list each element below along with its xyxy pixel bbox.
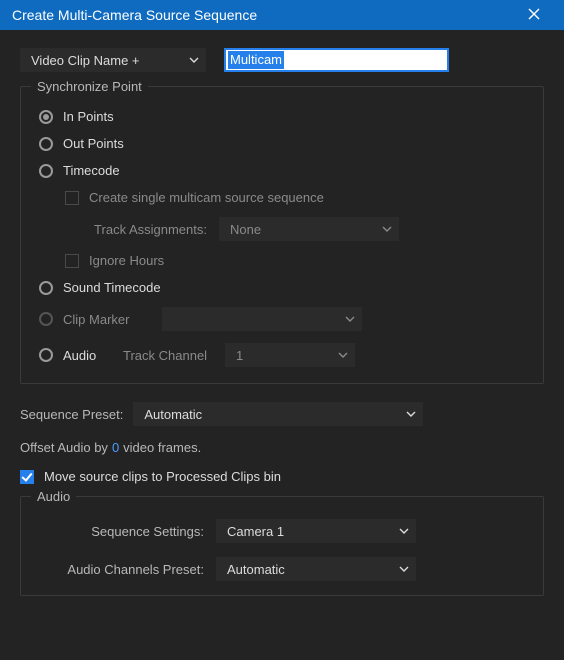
track-assignments-label: Track Assignments:: [87, 222, 207, 237]
radio-icon: [39, 137, 53, 151]
radio-icon: [39, 164, 53, 178]
close-icon: [528, 8, 540, 20]
sequence-preset-label: Sequence Preset:: [20, 407, 123, 422]
audio-channels-preset-dropdown[interactable]: Automatic: [216, 557, 416, 581]
checkbox-icon: [65, 254, 79, 268]
radio-icon: [39, 281, 53, 295]
audio-sequence-settings-value: Camera 1: [227, 524, 284, 539]
sequence-name-value: Multicam: [228, 51, 284, 69]
radio-icon: [39, 348, 53, 362]
radio-audio[interactable]: Audio: [63, 348, 113, 363]
audio-legend: Audio: [31, 489, 76, 504]
radio-sound-timecode[interactable]: Sound Timecode: [39, 280, 525, 295]
radio-out-points[interactable]: Out Points: [39, 136, 525, 151]
radio-in-points[interactable]: In Points: [39, 109, 525, 124]
radio-label: Sound Timecode: [63, 280, 161, 295]
radio-label: Out Points: [63, 136, 124, 151]
audio-group: Audio Sequence Settings: Camera 1 Audio …: [20, 496, 544, 596]
chevron-down-icon: [382, 224, 392, 234]
chevron-down-icon: [399, 526, 409, 536]
offset-audio-pre: Offset Audio by: [20, 440, 108, 455]
chevron-down-icon: [345, 314, 355, 324]
radio-timecode[interactable]: Timecode: [39, 163, 525, 178]
checkbox-icon: [65, 191, 79, 205]
checkbox-label: Move source clips to Processed Clips bin: [44, 469, 281, 484]
audio-channels-preset-value: Automatic: [227, 562, 285, 577]
radio-label: In Points: [63, 109, 114, 124]
radio-label: Timecode: [63, 163, 120, 178]
track-assignments-dropdown: None: [219, 217, 399, 241]
offset-audio-post: video frames.: [123, 440, 201, 455]
close-button[interactable]: [514, 7, 554, 24]
chevron-down-icon: [399, 564, 409, 574]
sequence-preset-value: Automatic: [144, 407, 202, 422]
window-title: Create Multi-Camera Source Sequence: [12, 7, 514, 23]
name-basis-value: Video Clip Name +: [31, 53, 140, 68]
track-channel-label: Track Channel: [123, 348, 215, 363]
audio-sequence-settings-dropdown[interactable]: Camera 1: [216, 519, 416, 543]
checkbox-icon: [20, 470, 34, 484]
synchronize-point-legend: Synchronize Point: [31, 79, 148, 94]
checkbox-label: Ignore Hours: [89, 253, 164, 268]
track-channel-value: 1: [236, 348, 243, 363]
checkbox-ignore-hours: Ignore Hours: [65, 253, 525, 268]
synchronize-point-group: Synchronize Point In Points Out Points T…: [20, 86, 544, 384]
audio-sequence-settings-label: Sequence Settings:: [39, 524, 204, 539]
track-channel-dropdown: 1: [225, 343, 355, 367]
checkbox-create-single: Create single multicam source sequence: [65, 190, 525, 205]
checkbox-label: Create single multicam source sequence: [89, 190, 324, 205]
offset-audio-value[interactable]: 0: [112, 440, 119, 455]
clip-marker-dropdown: [162, 307, 362, 331]
chevron-down-icon: [406, 409, 416, 419]
sequence-name-input[interactable]: Multicam: [224, 48, 449, 72]
audio-channels-preset-label: Audio Channels Preset:: [39, 562, 204, 577]
track-assignments-value: None: [230, 222, 261, 237]
radio-icon: [39, 110, 53, 124]
chevron-down-icon: [338, 350, 348, 360]
radio-icon: [39, 312, 53, 326]
sequence-preset-dropdown[interactable]: Automatic: [133, 402, 423, 426]
radio-clip-marker: Clip Marker: [63, 312, 148, 327]
chevron-down-icon: [189, 55, 199, 65]
name-basis-dropdown[interactable]: Video Clip Name +: [20, 48, 206, 72]
checkbox-move-source-clips[interactable]: Move source clips to Processed Clips bin: [20, 469, 544, 484]
